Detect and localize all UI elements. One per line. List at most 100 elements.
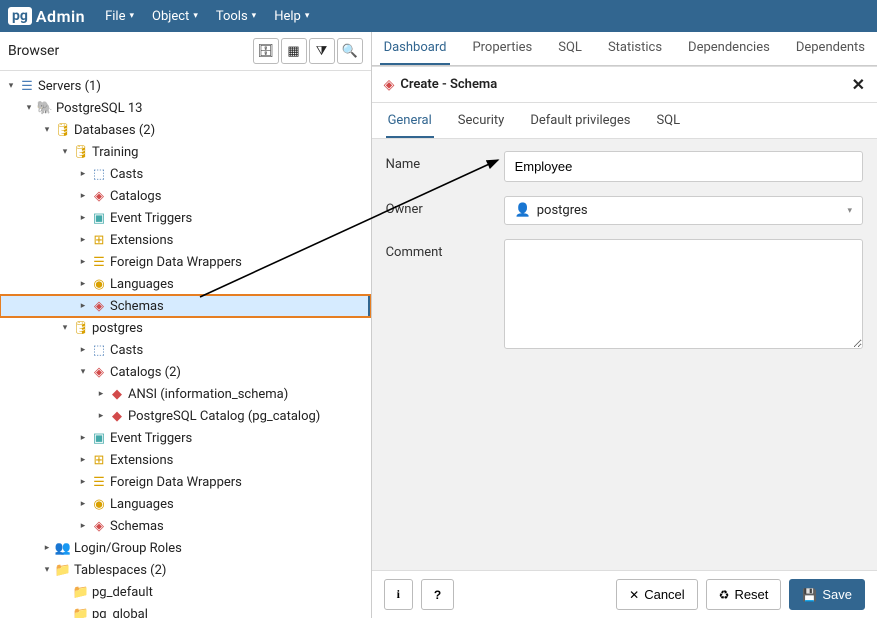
chevron-right-icon: ▸ — [40, 543, 54, 553]
comment-textarea[interactable] — [504, 239, 863, 349]
tree-postgres-languages[interactable]: ▸◉Languages — [0, 493, 371, 515]
browser-tool-database[interactable]: 🗄 — [253, 38, 279, 64]
grid-icon: ▦ — [287, 44, 299, 59]
menu-object[interactable]: Object▾ — [152, 9, 198, 24]
tree-training[interactable]: ▾🛢Training — [0, 141, 371, 163]
chevron-down-icon: ▾ — [22, 103, 36, 113]
menu-tools[interactable]: Tools▾ — [216, 9, 256, 24]
tree-training-languages[interactable]: ▸◉Languages — [0, 273, 371, 295]
tree-postgres-catalogs[interactable]: ▾◈Catalogs (2) — [0, 361, 371, 383]
chevron-down-icon: ▾ — [4, 81, 18, 91]
tree-postgres-fdw[interactable]: ▸☰Foreign Data Wrappers — [0, 471, 371, 493]
browser-tool-search[interactable]: 🔍 — [337, 38, 363, 64]
tree-postgres-extensions[interactable]: ▸⊞Extensions — [0, 449, 371, 471]
browser-tool-filter[interactable]: ⧩ — [309, 38, 335, 64]
folder-icon: 📁 — [72, 607, 90, 618]
tree-login-roles[interactable]: ▸👥Login/Group Roles — [0, 537, 371, 559]
name-input[interactable] — [504, 151, 863, 182]
dialog-tab-default-privileges[interactable]: Default privileges — [528, 105, 632, 138]
tree-training-fdw[interactable]: ▸☰Foreign Data Wrappers — [0, 251, 371, 273]
menu-file[interactable]: File▾ — [105, 9, 134, 24]
tree-servers[interactable]: ▾☰Servers (1) — [0, 75, 371, 97]
help-icon: ? — [434, 588, 441, 602]
schema-icon: ◈ — [90, 519, 108, 534]
schema-icon: ◈ — [384, 77, 395, 93]
chevron-down-icon: ▾ — [193, 11, 198, 21]
name-label: Name — [386, 151, 504, 172]
catalog-icon: ◈ — [90, 189, 108, 204]
chevron-right-icon: ▸ — [94, 389, 108, 399]
database-icon: 🛢 — [54, 123, 72, 138]
chevron-down-icon: ▾ — [76, 367, 90, 377]
chevron-right-icon: ▸ — [76, 213, 90, 223]
tree-pg-default[interactable]: 📁pg_default — [0, 581, 371, 603]
tree-postgres-eventtriggers[interactable]: ▸▣Event Triggers — [0, 427, 371, 449]
language-icon: ◉ — [90, 497, 108, 512]
dialog-tab-sql[interactable]: SQL — [654, 105, 682, 138]
dialog-title: Create - Schema — [400, 77, 851, 92]
info-button[interactable]: i — [384, 579, 413, 610]
tree-databases[interactable]: ▾🛢Databases (2) — [0, 119, 371, 141]
database-icon: 🛢 — [72, 321, 90, 336]
chevron-right-icon: ▸ — [76, 169, 90, 179]
help-button[interactable]: ? — [421, 579, 454, 610]
logo-pg: pg — [8, 7, 32, 25]
save-button[interactable]: 💾Save — [789, 579, 865, 610]
tree-training-catalogs[interactable]: ▸◈Catalogs — [0, 185, 371, 207]
app-logo: pg Admin — [8, 7, 85, 26]
tree-postgres-casts[interactable]: ▸⬚Casts — [0, 339, 371, 361]
chevron-right-icon: ▸ — [76, 301, 90, 311]
tree-postgres[interactable]: ▾🛢postgres — [0, 317, 371, 339]
dialog-tab-general[interactable]: General — [386, 105, 434, 138]
tab-dependencies[interactable]: Dependencies — [684, 32, 774, 65]
chevron-right-icon: ▸ — [76, 257, 90, 267]
close-button[interactable]: ✕ — [852, 75, 865, 94]
close-icon: ✕ — [629, 588, 639, 602]
chevron-down-icon: ▾ — [40, 565, 54, 575]
chevron-down-icon: ▾ — [40, 125, 54, 135]
user-icon: 👤 — [515, 203, 531, 218]
owner-label: Owner — [386, 196, 504, 217]
tree-training-extensions[interactable]: ▸⊞Extensions — [0, 229, 371, 251]
browser-tool-grid[interactable]: ▦ — [281, 38, 307, 64]
tree-pgcatalog[interactable]: ▸◆PostgreSQL Catalog (pg_catalog) — [0, 405, 371, 427]
tree-training-eventtriggers[interactable]: ▸▣Event Triggers — [0, 207, 371, 229]
info-icon: i — [397, 587, 400, 602]
chevron-right-icon: ▸ — [94, 411, 108, 421]
extension-icon: ⊞ — [90, 453, 108, 468]
tree-training-schemas[interactable]: ▸◈Schemas — [0, 295, 371, 317]
cancel-button[interactable]: ✕Cancel — [616, 579, 698, 610]
tree-pg13[interactable]: ▾🐘PostgreSQL 13 — [0, 97, 371, 119]
tree-training-casts[interactable]: ▸⬚Casts — [0, 163, 371, 185]
catalog-item-icon: ◆ — [108, 387, 126, 402]
chevron-down-icon: ▾ — [58, 323, 72, 333]
extension-icon: ⊞ — [90, 233, 108, 248]
tab-properties[interactable]: Properties — [468, 32, 536, 65]
fdw-icon: ☰ — [90, 475, 108, 490]
tab-sql[interactable]: SQL — [554, 32, 586, 65]
roles-icon: 👥 — [54, 541, 72, 556]
owner-select[interactable]: 👤 postgres ▾ — [504, 196, 863, 225]
tree-postgres-schemas[interactable]: ▸◈Schemas — [0, 515, 371, 537]
menu-help[interactable]: Help▾ — [274, 9, 309, 24]
object-tree[interactable]: ▾☰Servers (1) ▾🐘PostgreSQL 13 ▾🛢Database… — [0, 71, 371, 618]
fdw-icon: ☰ — [90, 255, 108, 270]
tree-ansi[interactable]: ▸◆ANSI (information_schema) — [0, 383, 371, 405]
tab-dashboard[interactable]: Dashboard — [380, 32, 451, 65]
tree-pg-global[interactable]: 📁pg_global — [0, 603, 371, 618]
chevron-down-icon: ▾ — [129, 11, 134, 21]
filter-icon: ⧩ — [316, 44, 328, 59]
reset-button[interactable]: ♻Reset — [706, 579, 782, 610]
trigger-icon: ▣ — [90, 211, 108, 226]
dialog-tab-security[interactable]: Security — [456, 105, 507, 138]
tree-tablespaces[interactable]: ▾📁Tablespaces (2) — [0, 559, 371, 581]
folder-icon: 📁 — [72, 585, 90, 600]
catalog-icon: ◈ — [90, 365, 108, 380]
chevron-right-icon: ▸ — [76, 455, 90, 465]
chevron-right-icon: ▸ — [76, 279, 90, 289]
tab-statistics[interactable]: Statistics — [604, 32, 666, 65]
cast-icon: ⬚ — [90, 343, 108, 358]
schema-icon: ◈ — [90, 299, 108, 314]
database-icon: 🛢 — [72, 145, 90, 160]
tab-dependents[interactable]: Dependents — [792, 32, 869, 65]
